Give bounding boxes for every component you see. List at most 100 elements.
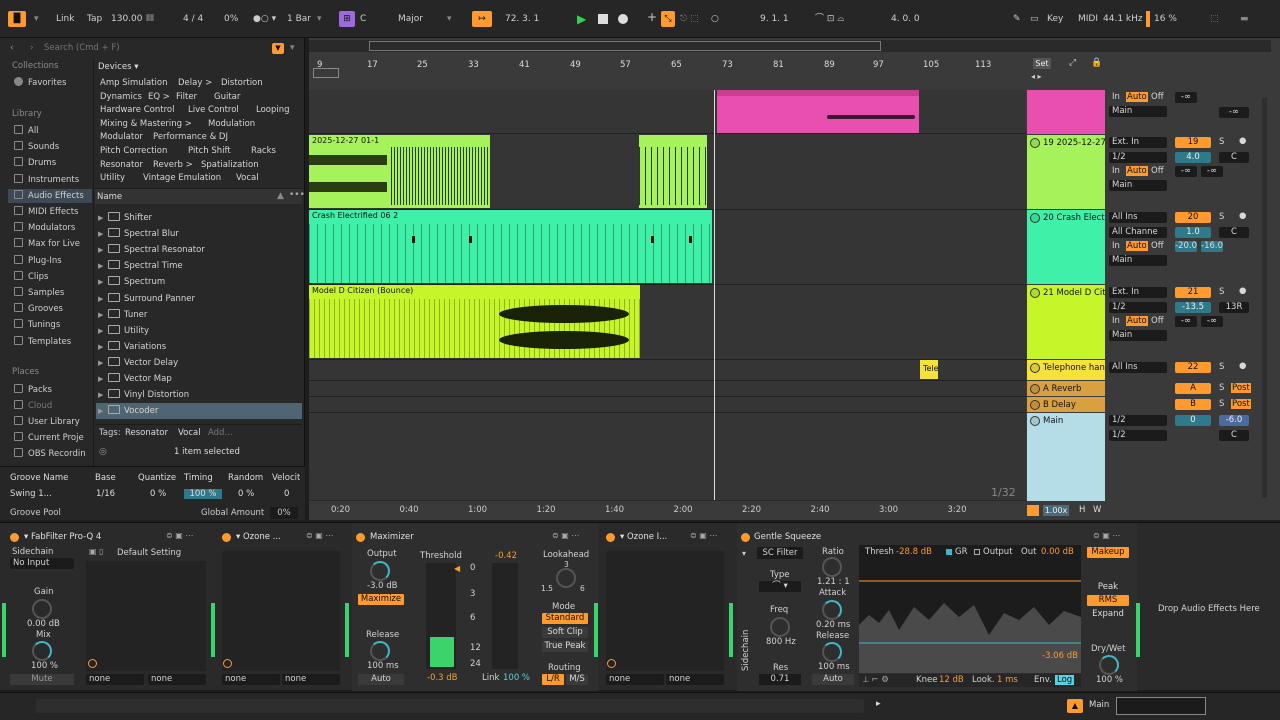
threshold-value[interactable]: -0.42 [495,551,517,561]
tag-filter[interactable]: Utility [100,172,125,185]
track-header[interactable]: 20 Crash Elect [1027,210,1105,284]
preset-icon[interactable]: ▣ ▯ [89,547,104,556]
sidebar-item-tunings[interactable]: Tunings [14,318,60,332]
list-item[interactable]: ▶ Utility [96,323,302,339]
record-icon[interactable] [618,14,628,24]
monitor-auto-button[interactable]: Auto [1126,241,1148,251]
send-a-value[interactable]: -∞ [1175,92,1197,103]
list-item[interactable]: ▶ Spectral Time [96,258,302,274]
groove-cell[interactable]: 0 % [150,489,166,499]
filter-type-select[interactable]: ⌒ ▾ [759,581,801,592]
link-value[interactable]: 100 % [503,673,530,683]
track-number[interactable]: 19 [1175,137,1211,148]
output-channel-select[interactable]: 1/2 [1109,430,1167,441]
device-power-icon[interactable] [222,533,231,542]
solo-button[interactable]: S [1219,399,1224,409]
track-number[interactable]: A [1175,383,1211,394]
plugin-display[interactable] [86,561,206,671]
scale-select[interactable]: Major [398,11,423,27]
input-type-select[interactable]: All Ins [1109,212,1167,223]
follow-icon[interactable]: ●○ ▾ [253,11,276,27]
metronome-icon[interactable]: ⦀⦀ [146,11,154,27]
expand-arrow-icon[interactable]: ▶ [98,274,108,290]
punch-icon[interactable]: ○ [711,11,719,27]
add-icon[interactable]: + [647,9,657,25]
clip-audio1b[interactable] [639,135,707,208]
track-select-icon[interactable]: ▲ [1067,699,1083,713]
release-knob[interactable] [822,642,842,662]
key-map-button[interactable]: Key [1047,11,1063,27]
clip-telephone[interactable]: Tele [920,360,938,379]
monitor-in-button[interactable]: In [1112,316,1120,326]
expand-arrow-icon[interactable]: ▶ [98,307,108,323]
monitor-off-button[interactable]: Off [1151,166,1164,176]
key-root-select[interactable]: C [360,11,366,27]
input-channel-select[interactable]: 1/2 [1109,152,1167,163]
track-number[interactable]: B [1175,399,1211,410]
device-power-icon[interactable] [356,533,365,542]
global-amount-field[interactable]: 0% [270,507,298,519]
expand-arrow-icon[interactable]: ▶ [98,210,108,226]
track-pan[interactable]: 13R [1219,302,1249,313]
expand-arrow-icon[interactable]: ▶ [98,242,108,258]
lock-icon[interactable]: 🔒 [1091,58,1102,68]
track-fold-icon[interactable] [1030,416,1040,426]
sidebar-item-favorites[interactable]: Favorites [14,76,66,90]
monitor-off-button[interactable]: Off [1151,316,1164,326]
output-select[interactable]: Main [1109,106,1167,117]
preview-icon[interactable]: ◎ [99,447,107,457]
expand-arrow-icon[interactable]: ▶ [98,355,108,371]
keyboard-icon[interactable]: ▭ [1030,11,1039,27]
browser-chevron-icon[interactable]: ▾ [290,43,295,53]
sidebar-item-max-for-live[interactable]: Max for Live [14,237,80,251]
sidechain-input-select[interactable]: No Input [10,558,74,569]
freq-knob[interactable] [770,617,790,637]
search-input[interactable] [44,41,266,55]
sidebar-item-samples[interactable]: Samples [14,286,64,300]
rms-button[interactable]: RMS [1087,595,1129,606]
post-button[interactable]: Post [1231,399,1251,409]
arm-icon[interactable]: ● [1239,361,1246,371]
overview-strip[interactable] [309,40,1271,52]
set-button[interactable]: Set [1033,58,1051,69]
solo-button[interactable]: S [1219,383,1224,393]
device-controls-icon[interactable]: ⊜ ▣ ⋯ [690,531,717,540]
send-a-value[interactable]: -∞ [1175,166,1197,177]
arm-icon[interactable]: ● [1239,286,1246,296]
list-item[interactable]: ▶ Surround Panner [96,291,302,307]
expand-arrow-icon[interactable]: ▶ [98,403,108,419]
input-type-select[interactable]: Ext. In [1109,287,1167,298]
expand-arrow-icon[interactable]: ▶ [98,371,108,387]
plugin-power-icon[interactable] [88,659,97,668]
swing-field[interactable]: 0% [224,11,238,27]
quantize-select[interactable]: 1 Bar [287,11,311,27]
monitor-auto-button[interactable]: Auto [1126,166,1148,176]
threshold-meter[interactable] [426,563,456,669]
track-pan[interactable]: -∞ [1219,107,1249,118]
track-overview[interactable] [1116,697,1206,715]
expand-arrow-icon[interactable]: ▶ [98,291,108,307]
expand-arrow-icon[interactable]: ▶ [98,387,108,403]
automation-arm-icon[interactable]: ⤡ [661,11,675,27]
tag-filter[interactable]: Filter [176,91,197,104]
threshold-slider-icon[interactable]: ◀ [454,564,460,573]
preset-name[interactable]: Default Setting [117,548,181,558]
sort-icon[interactable]: ▲ [277,191,284,201]
maximize-button[interactable]: Maximize [358,594,404,605]
devices-dropdown[interactable]: Devices ▾ [98,62,138,72]
track-pan[interactable]: C [1219,227,1249,238]
zoom-field[interactable]: 1.00x [1043,505,1069,516]
mix-knob[interactable] [32,641,52,661]
list-item[interactable]: ▶ Vinyl Distortion [96,387,302,403]
monitor-in-button[interactable]: In [1112,92,1120,102]
tag-resonator[interactable]: Resonator [125,428,168,438]
post-button[interactable]: Post [1231,383,1251,393]
clip-pink[interactable] [717,90,919,133]
expand-arrow-icon[interactable]: ▶ [98,323,108,339]
track-header[interactable]: Main [1027,413,1105,501]
tag-filter[interactable]: Distortion [221,77,263,90]
list-item[interactable]: ▶ Tuner [96,307,302,323]
groove-cell[interactable]: 1/16 [96,489,115,499]
follow-button-icon[interactable]: ↦ [472,11,492,27]
track-fold-icon[interactable] [1030,288,1040,298]
